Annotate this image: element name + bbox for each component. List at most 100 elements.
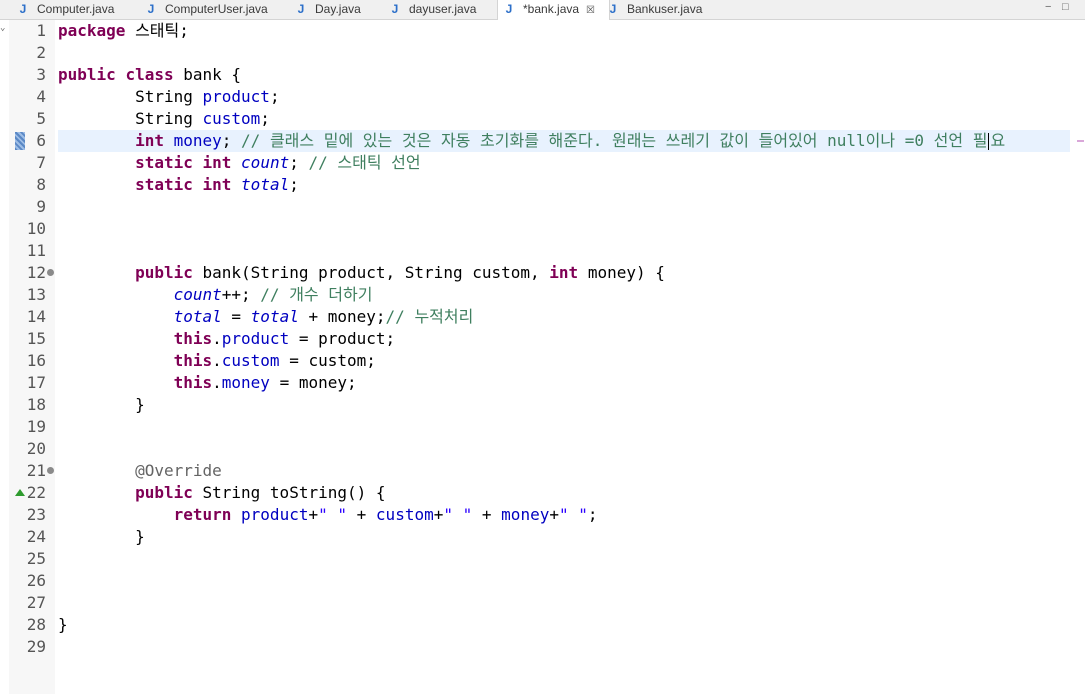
line-number: 10 [26, 219, 46, 238]
line-number: 3 [36, 65, 46, 84]
java-file-icon: J [505, 2, 513, 16]
code-line[interactable]: } [58, 526, 145, 548]
line-number: 12 [26, 263, 46, 282]
code-line[interactable]: static int total; [58, 174, 299, 196]
java-file-icon: J [147, 2, 155, 16]
code-line[interactable]: this.product = product; [58, 328, 396, 350]
line-number: 26 [26, 571, 46, 590]
code-line[interactable]: int money; // 클래스 밑에 있는 것은 자동 초기화를 해준다. … [58, 130, 1005, 152]
tab-label: Computer.java [37, 2, 115, 16]
code-token: ; [289, 153, 309, 172]
tab-bankuser-java[interactable]: J Bankuser.java [607, 0, 717, 19]
code-token: product [221, 329, 290, 348]
code-token: + [308, 505, 319, 524]
tab-label: *bank.java [523, 2, 580, 16]
tab-day-java[interactable]: J Day.java [295, 0, 375, 19]
code-token: } [58, 527, 145, 546]
close-tab-icon[interactable]: ☒ [586, 5, 595, 16]
code-token: total [241, 175, 290, 194]
code-line[interactable]: } [58, 614, 68, 636]
code-line[interactable]: return product+" " + custom+" " + money+… [58, 504, 598, 526]
code-token: // 스태틱 선언 [308, 153, 421, 172]
code-line[interactable]: String product; [58, 86, 280, 108]
code-line[interactable]: public bank(String product, String custo… [58, 262, 665, 284]
code-token: int [135, 131, 164, 150]
code-line[interactable]: } [58, 394, 145, 416]
code-token: + money; [298, 307, 386, 326]
code-token: } [58, 395, 145, 414]
code-token: String [58, 87, 203, 106]
code-line[interactable]: this.custom = custom; [58, 350, 376, 372]
tab-computer-java[interactable]: J Computer.java [17, 0, 135, 19]
code-token: money [221, 373, 270, 392]
code-token: = product; [289, 329, 396, 348]
code-line[interactable]: public class bank { [58, 64, 241, 86]
code-line[interactable]: this.money = money; [58, 372, 357, 394]
code-token: = custom; [279, 351, 376, 370]
code-line[interactable]: static int count; // 스태틱 선언 [58, 152, 421, 174]
fold-toggle-icon[interactable] [47, 467, 54, 474]
code-token: product [241, 505, 309, 524]
code-token: " " [318, 505, 348, 524]
java-file-icon: J [19, 2, 27, 16]
code-line[interactable]: public String toString() { [58, 482, 386, 504]
code-token: ; [221, 131, 242, 150]
code-token: String [58, 109, 203, 128]
code-token: public [135, 483, 193, 502]
code-token: ; [260, 109, 270, 128]
line-number: 29 [26, 637, 46, 656]
tab-dayuser-java[interactable]: Jdayuser.java [389, 0, 489, 19]
line-number: 17 [26, 373, 46, 392]
code-line[interactable]: String custom; [58, 108, 270, 130]
line-number: 11 [26, 241, 46, 260]
code-token: total [173, 307, 222, 326]
code-token: package [58, 21, 126, 40]
code-token: bank(String product, String custom, [192, 263, 550, 282]
code-token: } [58, 615, 68, 634]
code-editor[interactable]: ⌄ 1 package 스태틱; 2 3 public class bank {4 St… [0, 20, 1085, 694]
line-number: 9 [36, 197, 46, 216]
code-token: this [173, 329, 213, 348]
code-token: " " [558, 505, 588, 524]
code-line[interactable]: count++; // 개수 더하기 [58, 284, 373, 306]
code-token: money) { [578, 263, 665, 282]
code-token: this [173, 373, 213, 392]
maximize-icon[interactable]: □ [1062, 2, 1072, 13]
code-token: String toString() { [192, 483, 386, 502]
line-number: 20 [26, 439, 46, 458]
line-number: 23 [26, 505, 46, 524]
code-token: " " [443, 505, 473, 524]
code-token: class [125, 65, 174, 84]
fold-toggle-icon[interactable] [47, 269, 54, 276]
overview-ruler-mark[interactable] [1077, 140, 1084, 142]
code-line[interactable]: total = total + money;// 누적처리 [58, 306, 474, 328]
code-token: // 개수 더하기 [260, 285, 373, 304]
minimize-icon[interactable]: − [1045, 2, 1055, 13]
code-token: custom [375, 505, 434, 524]
code-token: count [241, 153, 290, 172]
tab-bank-java[interactable]: J *bank.java ☒ [497, 0, 610, 20]
code-token: total [250, 307, 299, 326]
chevron-down-icon: ⌄ [0, 23, 6, 33]
editor-left-strip: ⌄ [0, 20, 9, 694]
line-number: 1 [36, 21, 46, 40]
java-file-icon: J [297, 2, 305, 16]
code-token: public [58, 65, 116, 84]
code-line[interactable]: @Override [58, 460, 222, 482]
code-token: @Override [135, 461, 222, 480]
java-file-icon: J [609, 2, 617, 16]
code-token: this [173, 351, 213, 370]
line-number: 2 [36, 43, 46, 62]
line-number: 4 [36, 87, 46, 106]
tab-computeruser-java[interactable]: J ComputerUser.java [145, 0, 285, 19]
line-number: 16 [26, 351, 46, 370]
code-line[interactable]: package 스태틱; [58, 20, 189, 42]
line-number: 21 [26, 461, 46, 480]
code-token: static [135, 175, 193, 194]
